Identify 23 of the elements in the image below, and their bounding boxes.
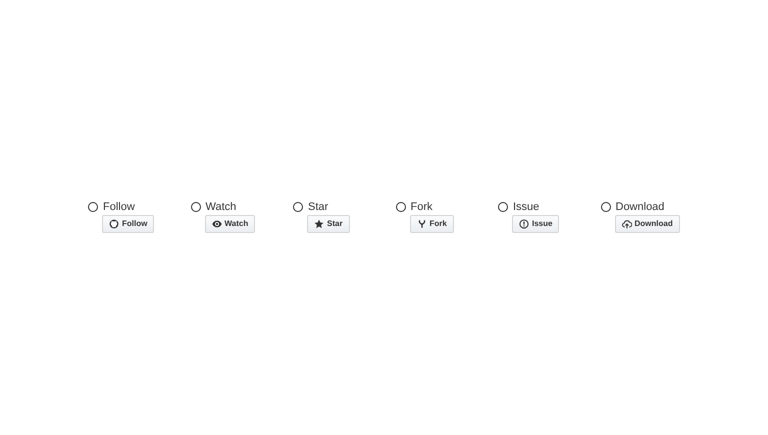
eye-icon [212, 219, 222, 229]
radio-button[interactable] [190, 202, 200, 212]
star-icon [314, 219, 324, 229]
radio-button[interactable] [293, 202, 303, 212]
github-button[interactable]: Watch [204, 215, 256, 233]
radio-label: Fork [410, 202, 432, 212]
radio-label: Star [308, 202, 328, 212]
radio-label: Follow [103, 202, 135, 212]
cloud-upload-icon [622, 219, 632, 229]
github-button[interactable]: Fork [410, 215, 454, 233]
alert-icon [519, 219, 529, 229]
radio-button[interactable] [88, 202, 98, 212]
radio-button[interactable] [498, 202, 508, 212]
github-button[interactable]: Issue [512, 215, 560, 233]
github-button[interactable]: Star [307, 215, 350, 233]
github-button[interactable]: Follow [102, 215, 154, 233]
fork-icon [416, 219, 426, 229]
github-button[interactable]: Download [614, 215, 680, 233]
radio-button[interactable] [396, 202, 406, 212]
radio-button[interactable] [600, 202, 610, 212]
radio-label: Issue [513, 202, 540, 212]
radio-label: Watch [206, 202, 236, 212]
radio-label: Download [616, 202, 664, 212]
